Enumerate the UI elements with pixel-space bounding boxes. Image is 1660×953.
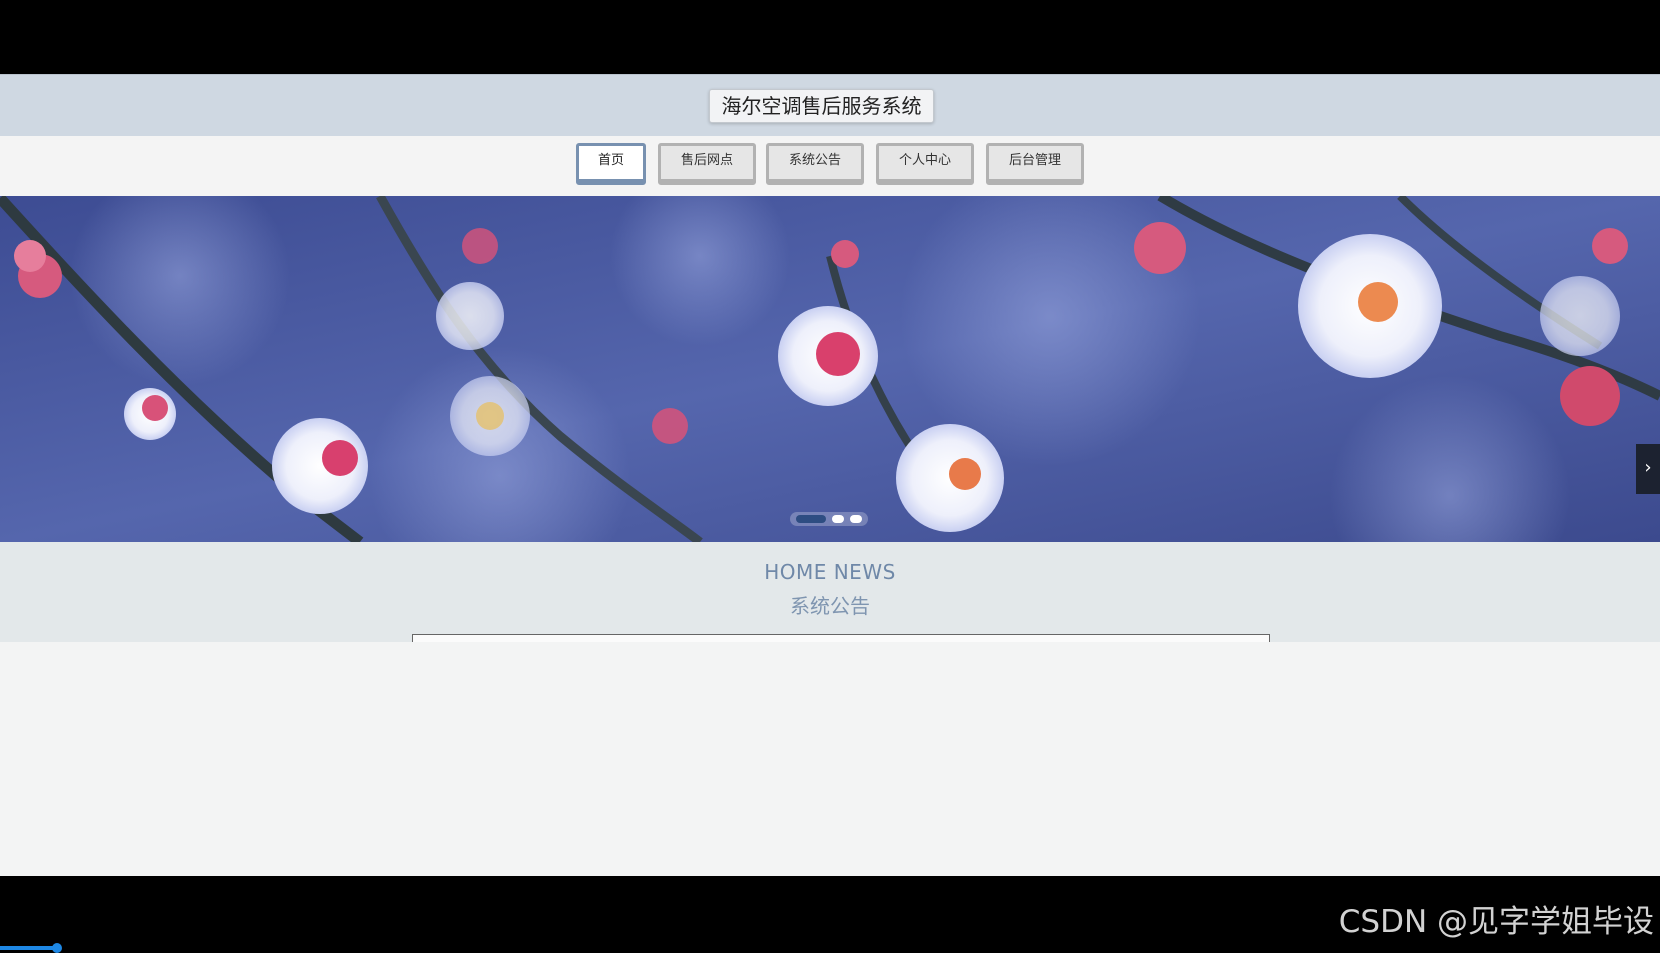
- nav-admin[interactable]: 后台管理: [986, 143, 1084, 185]
- video-progress-bar[interactable]: [0, 946, 60, 950]
- carousel-dot-2[interactable]: [832, 515, 844, 523]
- video-progress-knob[interactable]: [52, 943, 62, 953]
- main-nav: 首页 售后网点 系统公告 个人中心 后台管理: [0, 136, 1660, 196]
- video-top-letterbox: [0, 0, 1660, 74]
- carousel-dot-1[interactable]: [796, 515, 826, 523]
- nav-home[interactable]: 首页: [576, 143, 646, 185]
- nav-personal-center[interactable]: 个人中心: [876, 143, 974, 185]
- news-list-box: [412, 634, 1270, 642]
- news-section: HOME NEWS 系统公告: [0, 542, 1660, 642]
- watermark-text: CSDN @见字学姐毕设: [1338, 904, 1654, 940]
- site-header: 海尔空调售后服务系统: [0, 74, 1660, 137]
- nav-service-outlets[interactable]: 售后网点: [658, 143, 756, 185]
- chevron-right-icon: ›: [1644, 457, 1652, 478]
- carousel-dot-3[interactable]: [850, 515, 862, 523]
- video-bottom-letterbox: CSDN @见字学姐毕设: [0, 876, 1660, 953]
- news-title-cn: 系统公告: [790, 594, 870, 618]
- web-page: 海尔空调售后服务系统 首页 售后网点 系统公告 个人中心 后台管理 › HOME…: [0, 74, 1660, 876]
- banner-carousel[interactable]: ›: [0, 196, 1660, 542]
- nav-announcements[interactable]: 系统公告: [766, 143, 864, 185]
- page-body-blank: [0, 642, 1660, 876]
- site-title: 海尔空调售后服务系统: [709, 89, 934, 123]
- carousel-indicators: [790, 512, 868, 526]
- carousel-next-button[interactable]: ›: [1636, 444, 1660, 494]
- news-title-en: HOME NEWS: [764, 560, 896, 584]
- plum-blossom-image: [0, 196, 1660, 542]
